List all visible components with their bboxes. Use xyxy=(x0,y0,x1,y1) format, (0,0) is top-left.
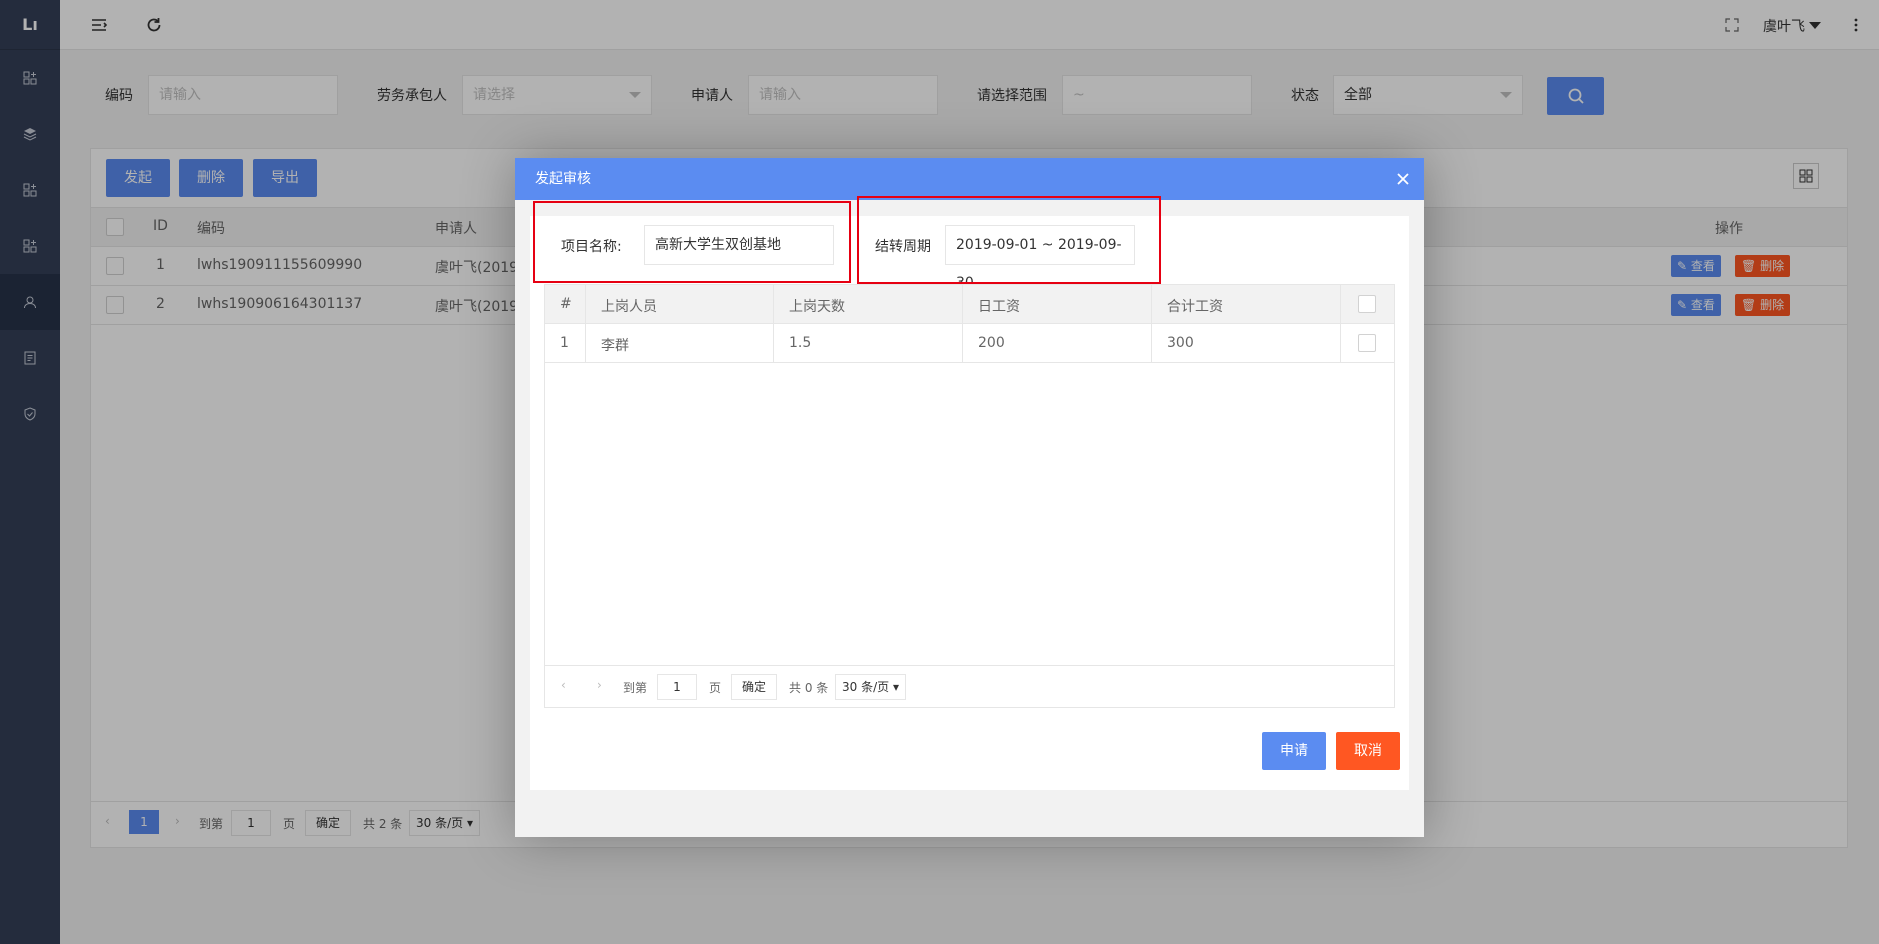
dialog-body: 项目名称: 高新大学生双创基地 结转周期 2019-09-01 ~ 2019-0… xyxy=(530,196,1409,790)
prev-page-icon[interactable]: ‹ xyxy=(561,678,566,692)
header-daily-wage: 日工资 xyxy=(978,299,1020,315)
next-page-icon[interactable]: › xyxy=(597,678,602,692)
worker-table-header: # 上岗人员 上岗天数 日工资 合计工资 xyxy=(545,285,1394,324)
per-page-select[interactable]: 30 条/页 ▾ xyxy=(835,674,906,700)
worker-wage-table: # 上岗人员 上岗天数 日工资 合计工资 1 李群 1.5 200 300 ‹ … xyxy=(544,284,1395,708)
close-icon[interactable] xyxy=(1394,170,1412,188)
row-person: 李群 xyxy=(601,338,629,354)
highlight-box-project xyxy=(533,201,851,283)
header-days: 上岗天数 xyxy=(789,299,845,315)
cancel-button[interactable]: 取消 xyxy=(1336,732,1400,770)
apply-button[interactable]: 申请 xyxy=(1262,732,1326,770)
total-count: 共 0 条 xyxy=(789,681,829,695)
select-all-workers-checkbox[interactable] xyxy=(1358,295,1376,313)
row-no: 1 xyxy=(560,335,569,351)
goto-page-input[interactable]: 1 xyxy=(657,674,697,700)
worker-table-pager: ‹ › 到第 1 页 确定 共 0 条 30 条/页 ▾ xyxy=(545,665,1394,707)
worker-row-checkbox[interactable] xyxy=(1358,334,1376,352)
header-person: 上岗人员 xyxy=(601,299,657,315)
worker-row: 1 李群 1.5 200 300 xyxy=(545,324,1394,363)
goto-confirm-button[interactable]: 确定 xyxy=(731,674,778,700)
goto-label: 到第 xyxy=(623,681,648,695)
page-unit-label: 页 xyxy=(709,681,722,695)
row-total-wage: 300 xyxy=(1167,335,1194,351)
approval-dialog: 发起审核 项目名称: 高新大学生双创基地 结转周期 2019-09-01 ~ 2… xyxy=(515,158,1424,837)
per-page-value: 30 条/页 xyxy=(842,680,890,694)
dialog-title: 发起审核 xyxy=(515,158,1424,200)
row-daily-wage: 200 xyxy=(978,335,1005,351)
header-no: # xyxy=(560,296,572,312)
highlight-box-period xyxy=(857,196,1161,284)
row-days: 1.5 xyxy=(789,335,812,351)
header-total-wage: 合计工资 xyxy=(1167,299,1223,315)
